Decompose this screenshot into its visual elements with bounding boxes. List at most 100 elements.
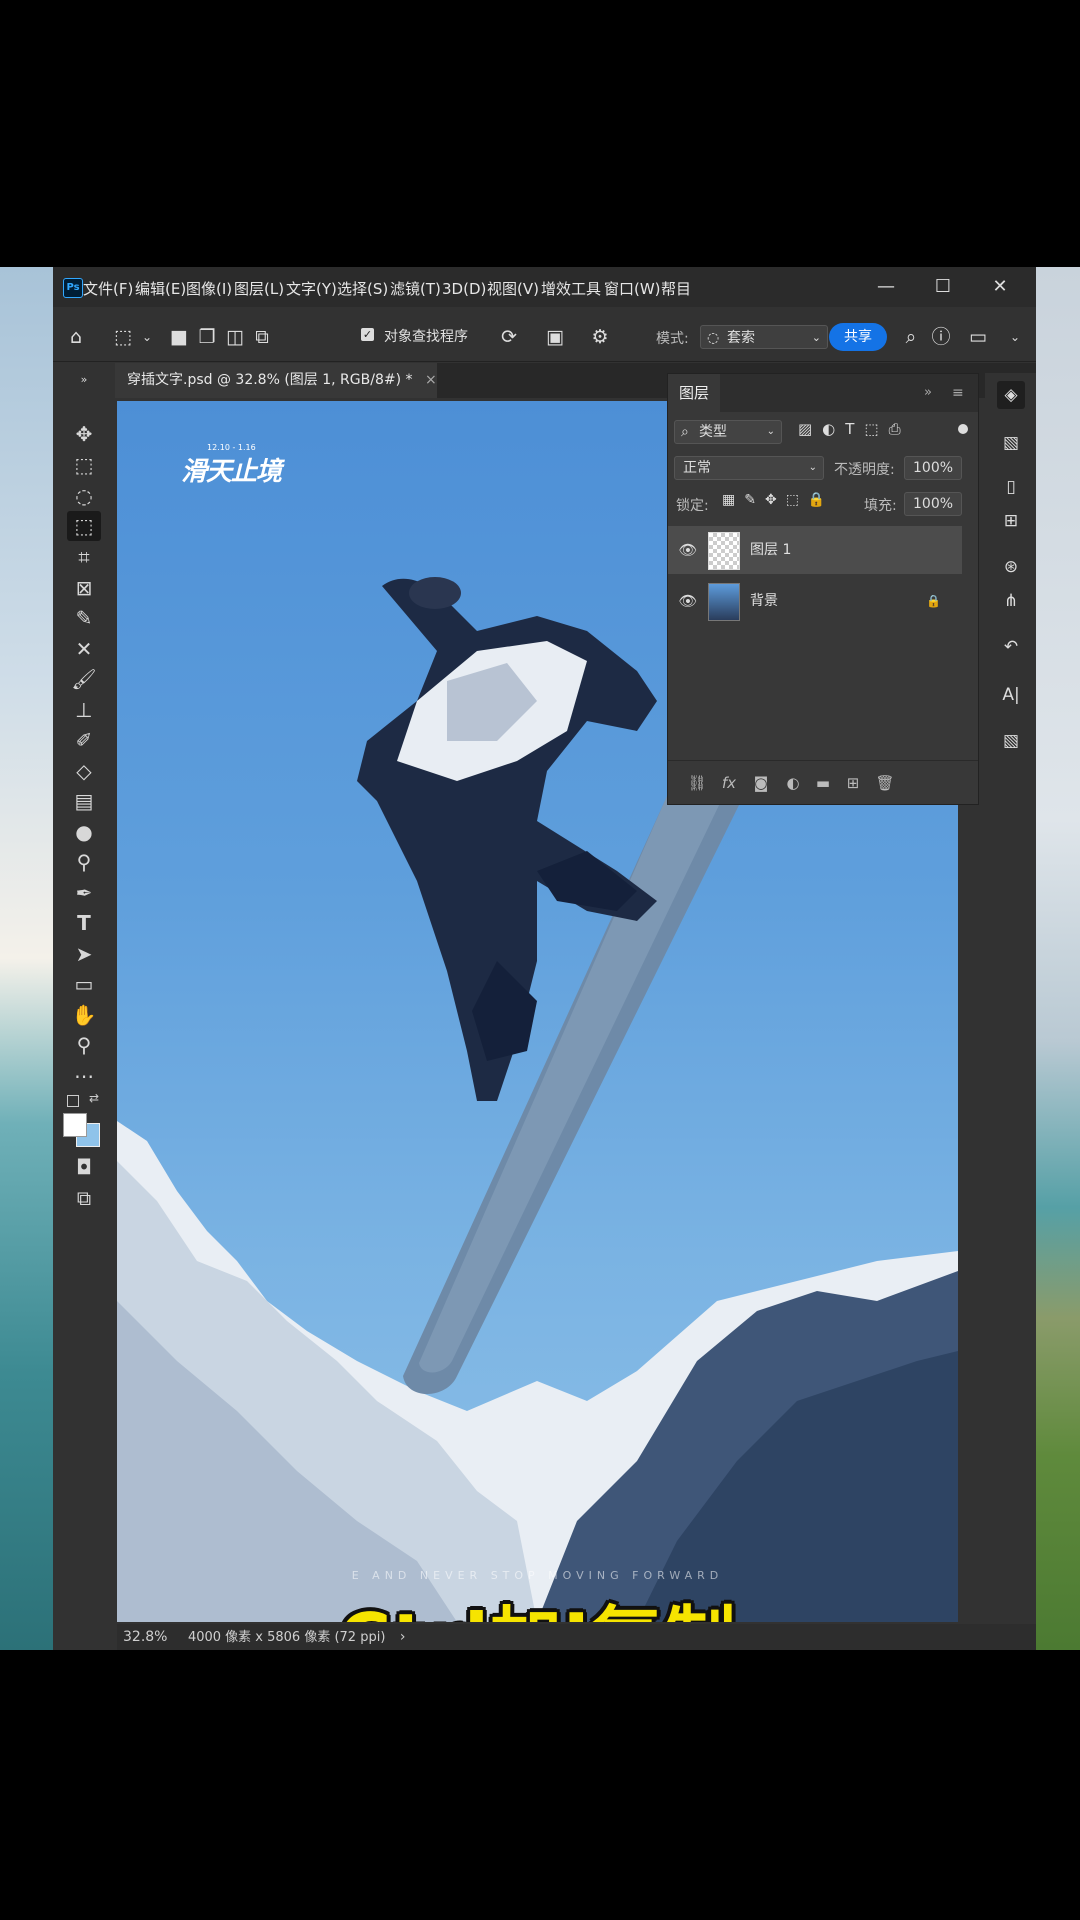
link-layers-icon[interactable]: ⛓ bbox=[684, 771, 710, 795]
subtract-from-selection-icon[interactable]: ◫ bbox=[223, 325, 247, 349]
swap-colors-icon[interactable]: ⇄ bbox=[89, 1091, 99, 1105]
brush-tool-icon[interactable]: 🖌 bbox=[67, 664, 101, 694]
eye-icon[interactable]: 👁 bbox=[678, 526, 698, 574]
layers-panel-header: 图层 » ≡ bbox=[668, 374, 978, 412]
document-tab[interactable]: 穿插文字.psd @ 32.8% (图层 1, RGB/8#) * × bbox=[115, 363, 437, 398]
paths-icon[interactable]: ⋔ bbox=[997, 587, 1025, 615]
panel-menu-icon[interactable]: ≡ bbox=[952, 374, 964, 412]
mode-select[interactable]: ◌ 套索 ⌄ bbox=[700, 325, 828, 349]
menu-layer[interactable]: 图层(L) bbox=[234, 267, 284, 307]
type-tool-icon[interactable]: T bbox=[67, 908, 101, 938]
filter-icons[interactable]: ▨◐T⬚⎙ bbox=[798, 420, 911, 438]
eraser-tool-icon[interactable]: ◇ bbox=[67, 756, 101, 786]
maximize-button[interactable]: ☐ bbox=[920, 267, 966, 307]
menu-type[interactable]: 文字(Y) bbox=[286, 267, 337, 307]
layer-row-background[interactable]: 👁 背景 🔒 bbox=[668, 577, 962, 625]
dodge-tool-icon[interactable]: ⚲ bbox=[67, 847, 101, 877]
new-group-icon[interactable]: ▬ bbox=[810, 771, 836, 795]
menu-edit[interactable]: 编辑(E) bbox=[135, 267, 186, 307]
layers-panel-icon[interactable]: ◈ bbox=[997, 381, 1025, 409]
blend-mode-select[interactable]: 正常 ⌄ bbox=[674, 456, 824, 480]
menu-view[interactable]: 视图(V) bbox=[487, 267, 539, 307]
chevron-down-icon: ⌄ bbox=[808, 462, 817, 473]
fx-icon[interactable]: fx bbox=[716, 771, 742, 795]
object-selection-tool-icon[interactable]: ⬚ bbox=[111, 325, 135, 349]
lock-icons[interactable]: ▦✎✥⬚🔒 bbox=[722, 492, 834, 508]
gradients-icon[interactable]: ▯ bbox=[997, 473, 1025, 501]
eye-icon[interactable]: 👁 bbox=[678, 577, 698, 625]
panel-icon-strip: ◈ ▧ ▯ ⊞ ⊛ ⋔ ↶ A| ▧ bbox=[985, 373, 1036, 1573]
quick-mask-icon[interactable]: ◘ bbox=[67, 1152, 101, 1182]
help-icon[interactable]: ⓘ bbox=[929, 325, 953, 349]
close-button[interactable]: ✕ bbox=[977, 267, 1023, 307]
chevron-down-icon[interactable]: ⌄ bbox=[135, 325, 159, 349]
status-menu-arrow[interactable]: › bbox=[400, 1629, 406, 1645]
delete-layer-icon[interactable]: 🗑 bbox=[872, 771, 898, 795]
search-icon[interactable]: ⌕ bbox=[899, 325, 923, 349]
gradient-tool-icon[interactable]: ▤ bbox=[67, 786, 101, 816]
add-to-selection-icon[interactable]: ❐ bbox=[195, 325, 219, 349]
marquee-tool-icon[interactable]: ⬚ bbox=[67, 450, 101, 480]
new-selection-icon[interactable]: ■ bbox=[167, 325, 191, 349]
home-icon[interactable]: ⌂ bbox=[64, 325, 88, 349]
menu-file[interactable]: 文件(F) bbox=[83, 267, 133, 307]
minimize-button[interactable]: — bbox=[863, 267, 909, 307]
menu-select[interactable]: 选择(S) bbox=[337, 267, 388, 307]
share-button[interactable]: 共享 bbox=[829, 323, 887, 351]
zoom-tool-icon[interactable]: ⚲ bbox=[67, 1030, 101, 1060]
expand-panel-icon[interactable]: » bbox=[924, 374, 932, 412]
layer-row-layer1[interactable]: 👁 图层 1 bbox=[668, 526, 962, 574]
character-icon[interactable]: A| bbox=[997, 681, 1025, 709]
crop-tool-icon[interactable]: ⌗ bbox=[67, 542, 101, 572]
move-tool-icon[interactable]: ✥ bbox=[67, 419, 101, 449]
fill-input[interactable]: 100% bbox=[904, 492, 962, 516]
path-selection-tool-icon[interactable]: ➤ bbox=[67, 939, 101, 969]
default-colors-icon[interactable] bbox=[67, 1095, 79, 1107]
menu-window[interactable]: 窗口(W) bbox=[604, 267, 661, 307]
stamp-tool-icon[interactable]: ⊥ bbox=[67, 695, 101, 725]
healing-brush-tool-icon[interactable]: ✕ bbox=[67, 634, 101, 664]
chevron-down-icon[interactable]: ⌄ bbox=[1003, 325, 1027, 349]
blur-tool-icon[interactable]: ● bbox=[67, 817, 101, 847]
blend-mode-value: 正常 bbox=[683, 460, 711, 476]
lasso-tool-icon[interactable]: ◌ bbox=[67, 481, 101, 511]
properties-icon[interactable]: ▧ bbox=[997, 727, 1025, 755]
refresh-icon[interactable]: ⟳ bbox=[497, 325, 521, 349]
new-layer-icon[interactable]: ⊞ bbox=[840, 771, 866, 795]
gear-icon[interactable]: ⚙ bbox=[588, 325, 612, 349]
eyedropper-tool-icon[interactable]: ✎ bbox=[67, 603, 101, 633]
layer-name: 背景 bbox=[750, 593, 778, 609]
object-selection-tool-icon[interactable]: ⬚ bbox=[67, 511, 101, 541]
workspace-icon[interactable]: ▭ bbox=[966, 325, 990, 349]
history-brush-tool-icon[interactable]: ✐ bbox=[67, 725, 101, 755]
filter-toggle[interactable] bbox=[958, 424, 968, 434]
foreground-color-swatch[interactable] bbox=[63, 1113, 87, 1137]
intersect-selection-icon[interactable]: ⧉ bbox=[250, 325, 274, 349]
close-tab-icon[interactable]: × bbox=[425, 372, 437, 388]
hand-tool-icon[interactable]: ✋ bbox=[67, 1000, 101, 1030]
opacity-input[interactable]: 100% bbox=[904, 456, 962, 480]
menu-3d[interactable]: 3D(D) bbox=[442, 267, 486, 307]
add-mask-icon[interactable]: ◙ bbox=[748, 771, 774, 795]
more-tools-icon[interactable]: ⋯ bbox=[67, 1061, 101, 1091]
menu-help[interactable]: 帮目 bbox=[661, 267, 691, 307]
adjustments-icon[interactable]: ⊞ bbox=[997, 507, 1025, 535]
pen-tool-icon[interactable]: ✒ bbox=[67, 878, 101, 908]
channels-icon[interactable]: ⊛ bbox=[997, 553, 1025, 581]
object-finder-checkbox[interactable]: ✓ bbox=[361, 328, 374, 341]
show-objects-icon[interactable]: ▣ bbox=[543, 325, 567, 349]
libraries-icon[interactable]: ▧ bbox=[997, 429, 1025, 457]
menu-filter[interactable]: 滤镜(T) bbox=[390, 267, 441, 307]
history-icon[interactable]: ↶ bbox=[997, 633, 1025, 661]
layer-filter-select[interactable]: ⌕ 类型 ⌄ bbox=[674, 420, 782, 444]
poster-title: 滑天止境 bbox=[181, 457, 282, 487]
zoom-level[interactable]: 32.8% bbox=[123, 1629, 167, 1645]
screen-mode-icon[interactable]: ⧉ bbox=[67, 1183, 101, 1213]
menu-plugins[interactable]: 增效工具 bbox=[541, 267, 601, 307]
collapse-toolbar-icon[interactable]: » bbox=[67, 365, 101, 395]
adjustment-layer-icon[interactable]: ◐ bbox=[780, 771, 806, 795]
tab-layers[interactable]: 图层 bbox=[668, 374, 720, 412]
frame-tool-icon[interactable]: ⊠ bbox=[67, 573, 101, 603]
rectangle-tool-icon[interactable]: ▭ bbox=[67, 969, 101, 999]
menu-image[interactable]: 图像(I) bbox=[186, 267, 232, 307]
